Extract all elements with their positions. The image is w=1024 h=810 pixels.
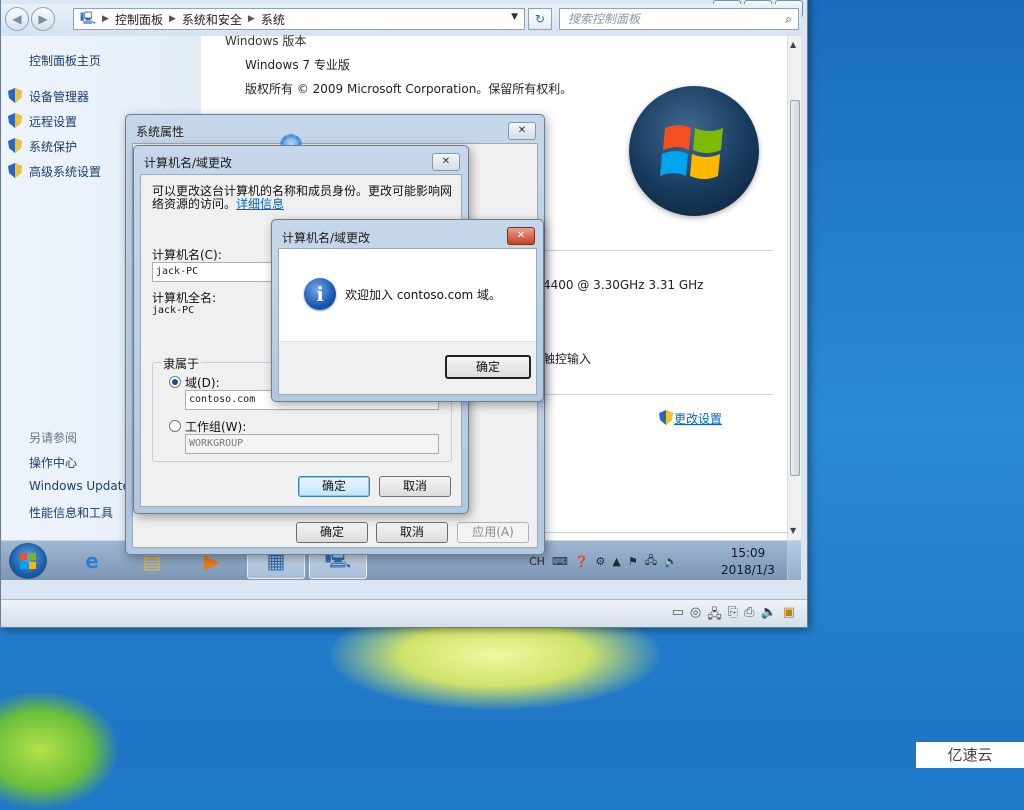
dialog-title: 计算机名/域更改 bbox=[144, 156, 233, 170]
scroll-thumb[interactable] bbox=[790, 100, 800, 476]
breadcrumb-separator-icon: ▶ bbox=[247, 14, 255, 24]
breadcrumb-separator-icon: ▶ bbox=[102, 14, 109, 24]
close-button[interactable]: ✕ bbox=[432, 153, 460, 171]
workgroup-label: 工作组(W): bbox=[185, 420, 247, 434]
shield-icon bbox=[8, 88, 22, 103]
usb-icon[interactable]: ⎘ bbox=[728, 605, 738, 627]
description-text: 可以更改这台计算机的名称和成员身份。更改可能影响网络资源的访问。详细信息 bbox=[152, 185, 458, 211]
show-desktop-button[interactable] bbox=[787, 541, 801, 580]
network-adapter-icon[interactable]: 🖧 bbox=[707, 605, 722, 627]
refresh-button[interactable]: ↻ bbox=[528, 8, 552, 30]
close-button[interactable]: ✕ bbox=[507, 227, 535, 245]
breadcrumb-system-security[interactable]: 系统和安全 bbox=[182, 11, 242, 28]
back-button[interactable]: ◀ bbox=[5, 7, 29, 31]
keyboard-icon[interactable]: ⌨ bbox=[552, 555, 568, 568]
sound-icon[interactable]: 🔈 bbox=[761, 605, 777, 627]
windows-flag-icon bbox=[20, 553, 36, 569]
change-settings-link[interactable]: 更改设置 bbox=[674, 410, 722, 427]
scroll-down-icon[interactable]: ▼ bbox=[790, 526, 796, 535]
shield-icon bbox=[8, 138, 22, 153]
optical-drive-icon[interactable]: ◎ bbox=[690, 605, 701, 627]
pen-touch-text: 触控输入 bbox=[543, 352, 592, 366]
description-body: 可以更改这台计算机的名称和成员身份。更改可能影响网络资源的访问。 bbox=[152, 184, 453, 211]
ime-options-icon[interactable]: ⚙ bbox=[596, 555, 606, 568]
copyright-text: 版权所有 © 2009 Microsoft Corporation。保留所有权利… bbox=[245, 82, 573, 96]
forward-button[interactable]: ▶ bbox=[31, 7, 55, 31]
shield-icon bbox=[8, 113, 22, 128]
help-icon[interactable]: ❓ bbox=[575, 555, 589, 568]
message-icon[interactable]: ▣ bbox=[783, 605, 795, 627]
breadcrumb-system[interactable]: 系统 bbox=[261, 11, 285, 28]
close-button[interactable]: ✕ bbox=[508, 122, 536, 140]
shield-icon bbox=[8, 163, 22, 178]
cancel-button[interactable]: 取消 bbox=[379, 476, 451, 497]
breadcrumb-control-panel[interactable]: 控制面板 bbox=[115, 11, 163, 28]
notification-area: CH ⌨ ❓ ⚙ ▲ ⚑ 🖧 🔈 bbox=[529, 541, 678, 580]
taskbar-ie-button[interactable]: e bbox=[63, 542, 121, 579]
vertical-scrollbar[interactable]: ▲ ▼ bbox=[787, 36, 801, 540]
edition-heading: Windows 版本 bbox=[225, 34, 307, 48]
search-placeholder: 搜索控制面板 bbox=[568, 12, 641, 26]
volume-icon[interactable]: 🔈 bbox=[664, 555, 678, 568]
hard-disk-icon[interactable]: ▭ bbox=[672, 605, 684, 627]
see-also-heading: 另请参阅 bbox=[29, 431, 78, 445]
show-hidden-icons-icon[interactable]: ▲ bbox=[612, 555, 620, 568]
member-of-label: 隶属于 bbox=[161, 355, 202, 372]
watermark-logo: 亿速云 bbox=[916, 742, 1024, 768]
domain-label: 域(D): bbox=[185, 376, 220, 390]
dialog-title: 计算机名/域更改 bbox=[282, 231, 371, 245]
device-manager-link[interactable]: 设备管理器 bbox=[29, 88, 89, 105]
apply-button[interactable]: 应用(A) bbox=[457, 522, 529, 543]
ok-button[interactable]: 确定 bbox=[445, 355, 531, 379]
more-info-link[interactable]: 详细信息 bbox=[236, 197, 284, 211]
shield-icon bbox=[659, 410, 673, 425]
wallpaper-leaf bbox=[0, 690, 120, 810]
dialog-body: i 欢迎加入 contoso.com 域。 确定 bbox=[278, 248, 537, 395]
network-icon[interactable]: 🖧 bbox=[645, 552, 657, 571]
windows-edition: Windows 7 专业版 bbox=[245, 58, 350, 72]
windows-logo bbox=[629, 86, 759, 216]
clock[interactable]: 15:09 2018/1/3 bbox=[715, 545, 781, 579]
processor-speed: 4400 @ 3.30GHz 3.31 GHz bbox=[543, 278, 704, 292]
computer-icon: 🖳 bbox=[80, 10, 97, 25]
information-icon: i bbox=[304, 278, 336, 310]
remote-settings-link[interactable]: 远程设置 bbox=[29, 113, 77, 130]
address-box[interactable]: 🖳 ▶ 控制面板 ▶ 系统和安全 ▶ 系统 ▼ bbox=[73, 8, 525, 30]
chevron-down-icon[interactable]: ▼ bbox=[511, 12, 518, 22]
printer-icon[interactable]: ⎙ bbox=[744, 605, 754, 627]
internet-explorer-icon: e bbox=[85, 548, 99, 573]
scroll-up-icon[interactable]: ▲ bbox=[790, 40, 796, 49]
dialog-title: 系统属性 bbox=[136, 125, 185, 139]
search-input[interactable]: 搜索控制面板 ⌕ bbox=[559, 8, 799, 30]
action-center-link[interactable]: 操作中心 bbox=[29, 454, 77, 471]
windows-update-link[interactable]: Windows Update bbox=[29, 479, 130, 493]
workgroup-field[interactable]: WORKGROUP bbox=[185, 434, 439, 454]
full-name-label: 计算机全名: bbox=[152, 291, 217, 305]
control-panel-home-link[interactable]: 控制面板主页 bbox=[29, 52, 101, 69]
advanced-system-settings-link[interactable]: 高级系统设置 bbox=[29, 163, 101, 180]
welcome-message: 欢迎加入 contoso.com 域。 bbox=[345, 288, 502, 302]
clock-time: 15:09 bbox=[730, 546, 766, 560]
system-protection-link[interactable]: 系统保护 bbox=[29, 138, 77, 155]
ok-button[interactable]: 确定 bbox=[298, 476, 370, 497]
welcome-message-box: 计算机名/域更改 ✕ i 欢迎加入 contoso.com 域。 确定 bbox=[271, 219, 544, 402]
search-icon[interactable]: ⌕ bbox=[785, 9, 792, 29]
domain-radio[interactable] bbox=[169, 376, 181, 388]
ok-button[interactable]: 确定 bbox=[296, 522, 368, 543]
full-name-value: jack-PC bbox=[152, 305, 195, 316]
vm-status-bar: ▭ ◎ 🖧 ⎘ ⎙ 🔈 ▣ bbox=[1, 599, 807, 627]
start-button[interactable] bbox=[9, 543, 47, 579]
clock-date: 2018/1/3 bbox=[721, 563, 775, 577]
performance-info-link[interactable]: 性能信息和工具 bbox=[29, 504, 113, 521]
action-center-flag-icon[interactable]: ⚑ bbox=[628, 555, 638, 568]
cancel-button[interactable]: 取消 bbox=[376, 522, 448, 543]
windows-flag-icon bbox=[660, 125, 723, 179]
input-language-indicator[interactable]: CH bbox=[529, 555, 545, 568]
breadcrumb-separator-icon: ▶ bbox=[168, 14, 176, 24]
address-bar-row: ◀ ▶ 🖳 ▶ 控制面板 ▶ 系统和安全 ▶ 系统 ▼ ↻ 搜索控制面板 ⌕ bbox=[1, 4, 801, 36]
computer-name-label: 计算机名(C): bbox=[152, 248, 222, 262]
vm-device-icons: ▭ ◎ 🖧 ⎘ ⎙ 🔈 ▣ bbox=[672, 605, 795, 627]
workgroup-radio[interactable] bbox=[169, 420, 181, 432]
